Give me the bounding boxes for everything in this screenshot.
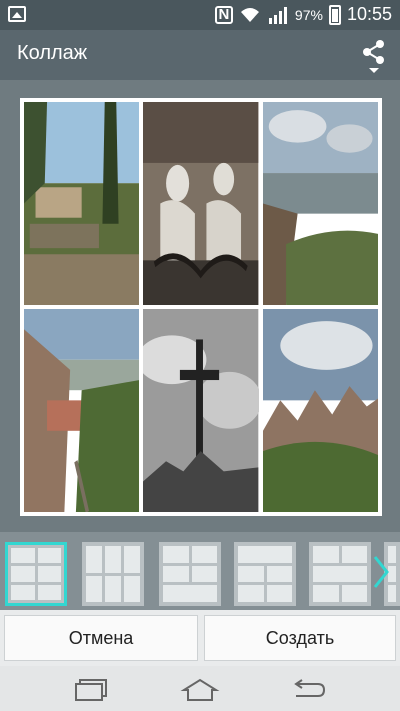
collage-preview-area bbox=[0, 80, 400, 532]
recent-apps-icon[interactable] bbox=[72, 676, 112, 702]
collage-photo[interactable] bbox=[262, 309, 378, 512]
collage-grid bbox=[20, 98, 382, 516]
monastery-valley-photo bbox=[24, 309, 140, 512]
mountain-landscape-photo bbox=[262, 102, 378, 305]
wifi-icon bbox=[240, 7, 259, 22]
layout-option-grid-3x2[interactable] bbox=[82, 542, 144, 606]
signal-icon bbox=[268, 6, 287, 24]
collage-photo[interactable] bbox=[24, 102, 140, 305]
back-icon[interactable] bbox=[288, 676, 328, 702]
collage-photo[interactable] bbox=[24, 309, 140, 512]
layout-option-grid-2x3[interactable] bbox=[5, 542, 67, 606]
share-icon[interactable] bbox=[360, 38, 388, 74]
cancel-button[interactable]: Отмена bbox=[4, 615, 198, 661]
image-notification-icon bbox=[8, 6, 26, 22]
layout-option-mixed-a[interactable] bbox=[159, 542, 221, 606]
iron-cross-photo bbox=[143, 309, 259, 512]
clock: 10:55 bbox=[346, 4, 392, 24]
monastery-buildings-photo bbox=[24, 102, 140, 305]
navigation-bar bbox=[0, 666, 400, 711]
layout-options-strip bbox=[0, 532, 400, 610]
battery-icon bbox=[328, 4, 341, 25]
nfc-icon: N bbox=[214, 5, 233, 24]
chevron-right-icon[interactable] bbox=[372, 554, 390, 590]
page-title: Коллаж bbox=[17, 42, 88, 64]
layout-option-mixed-c[interactable] bbox=[309, 542, 371, 606]
action-bar: Коллаж bbox=[0, 30, 400, 80]
battery-percent: 97% bbox=[294, 6, 323, 23]
collage-photo[interactable] bbox=[143, 102, 259, 305]
home-icon[interactable] bbox=[180, 676, 220, 702]
collage-photo[interactable] bbox=[143, 309, 259, 512]
sculpture-photo bbox=[143, 102, 259, 305]
status-bar: N 97% 10:55 bbox=[0, 0, 400, 30]
collage-photo[interactable] bbox=[262, 102, 378, 305]
rocky-peaks-photo bbox=[262, 309, 378, 512]
status-icons: N 97% 10:55 bbox=[214, 4, 392, 25]
create-button[interactable]: Создать bbox=[204, 615, 396, 661]
dialog-button-bar: Отмена Создать bbox=[0, 610, 400, 666]
layout-option-mixed-b[interactable] bbox=[234, 542, 296, 606]
